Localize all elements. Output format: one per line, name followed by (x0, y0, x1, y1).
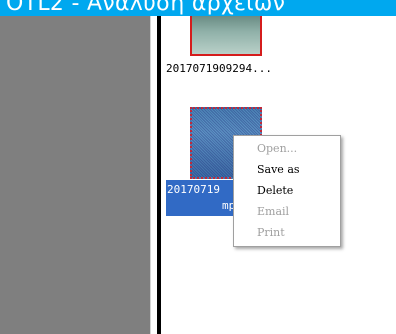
file-thumbnail-1[interactable] (190, 16, 262, 56)
menu-item-open[interactable]: Open... (257, 142, 297, 155)
app-window: OTL2 - Ανάλυση αρχείων 2017071909294... … (0, 0, 396, 334)
file-caption-2-line-1: 20170719 (167, 183, 220, 196)
title-banner: OTL2 - Ανάλυση αρχείων (0, 0, 396, 16)
context-menu: Open... Save as Delete Email Print (233, 135, 341, 247)
menu-item-email[interactable]: Email (257, 205, 289, 218)
menu-item-save-as[interactable]: Save as (257, 163, 300, 176)
menu-item-print[interactable]: Print (257, 226, 285, 239)
file-caption-1[interactable]: 2017071909294... (166, 62, 272, 75)
banner-text: OTL2 - Ανάλυση αρχείων (6, 0, 286, 16)
menu-item-delete[interactable]: Delete (257, 184, 293, 197)
left-panel (0, 16, 150, 334)
